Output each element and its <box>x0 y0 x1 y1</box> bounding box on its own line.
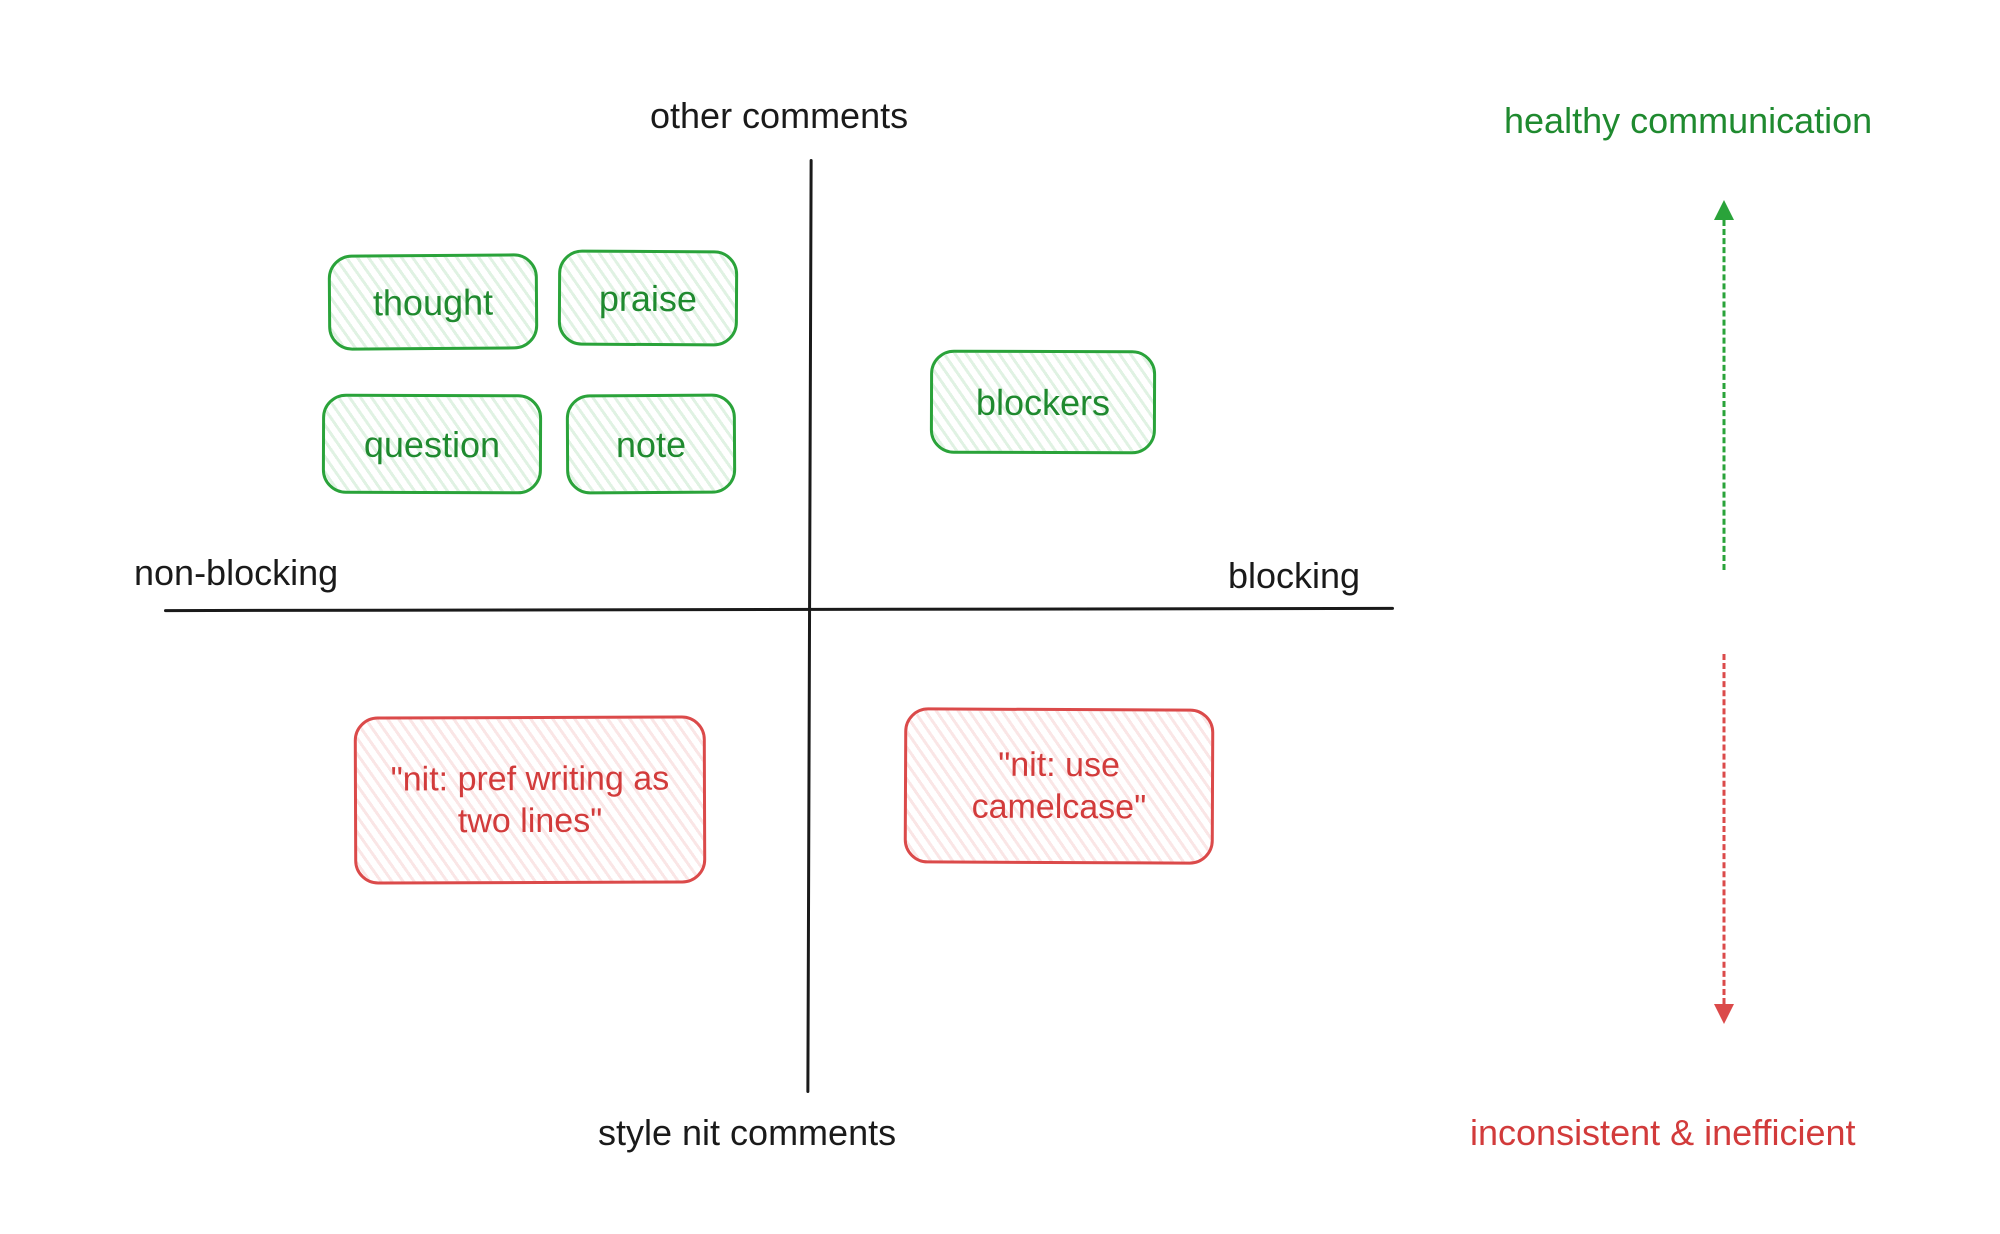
box-blockers: blockers <box>930 350 1156 455</box>
box-question-label: question <box>364 421 500 466</box>
legend-bottom: inconsistent & inefficient <box>1470 1112 1856 1154</box>
legend-arrow-down <box>1712 654 1736 1024</box>
axis-label-right: blocking <box>1228 555 1360 597</box>
box-nit-two-lines: "nit: pref writing as two lines" <box>354 715 707 884</box>
box-thought: thought <box>328 253 539 350</box>
box-praise: praise <box>558 250 739 347</box>
box-nit-camelcase-label: "nit: use camelcase" <box>929 743 1189 829</box>
box-note-label: note <box>616 421 686 466</box>
box-praise-label: praise <box>599 275 697 321</box>
diagram-canvas: other comments style nit comments non-bl… <box>0 0 2000 1234</box>
axis-label-top: other comments <box>650 95 908 137</box>
axis-label-bottom: style nit comments <box>598 1112 896 1154</box>
box-blockers-label: blockers <box>976 379 1110 424</box>
legend-arrow-up <box>1712 200 1736 570</box>
box-nit-two-lines-label: "nit: pref writing as two lines" <box>379 757 681 843</box>
axis-vertical <box>806 159 812 1093</box>
box-nit-camelcase: "nit: use camelcase" <box>904 707 1215 864</box>
box-question: question <box>322 394 542 495</box>
legend-top: healthy communication <box>1504 100 1872 142</box>
box-thought-label: thought <box>373 279 493 325</box>
axis-label-left: non-blocking <box>134 552 338 594</box>
box-note: note <box>566 394 737 495</box>
axis-horizontal <box>164 607 1394 612</box>
